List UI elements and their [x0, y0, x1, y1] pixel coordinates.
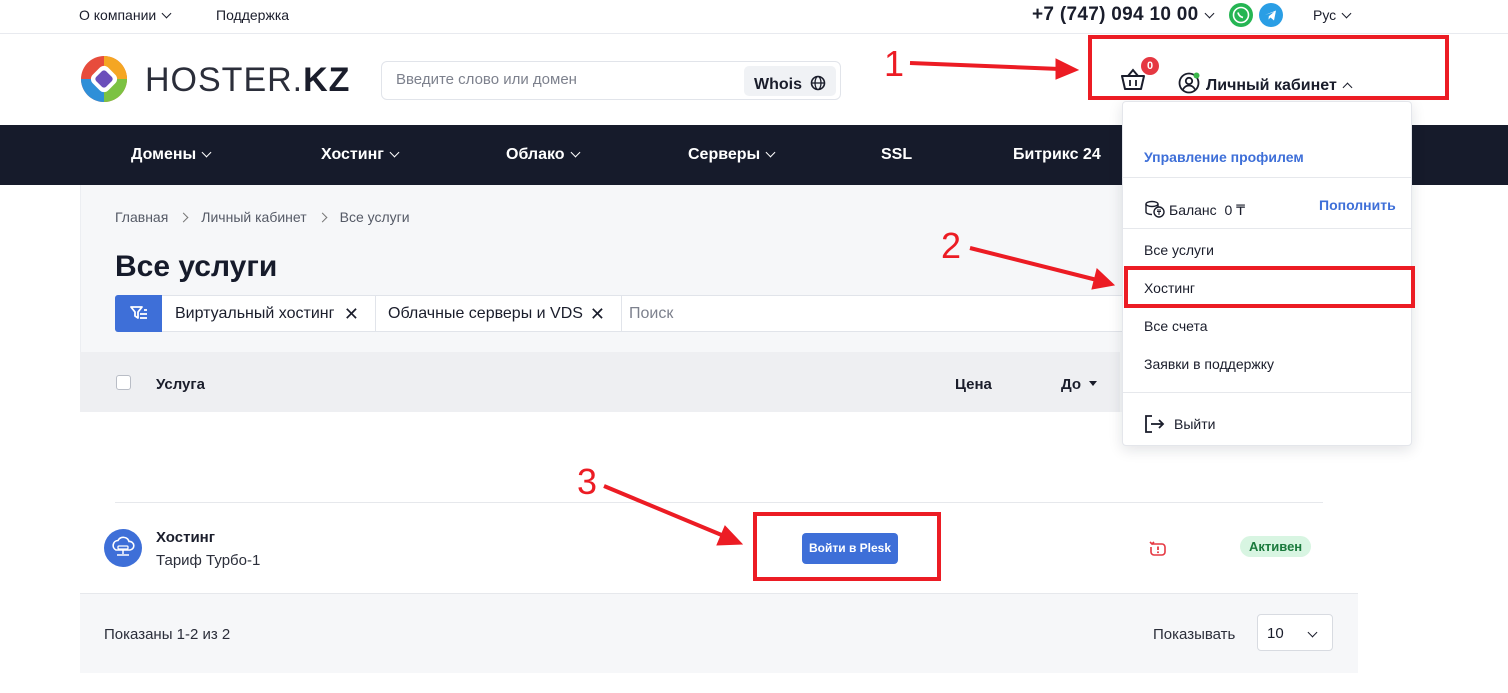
annotation-arrows	[603, 58, 1116, 546]
arrow-3-head	[716, 525, 744, 546]
arrow-1-head	[1055, 58, 1080, 80]
arrow-3	[603, 484, 725, 538]
arrow-1	[909, 61, 1061, 71]
arrow-2	[969, 246, 1098, 282]
arrow-2-head	[1091, 268, 1116, 290]
